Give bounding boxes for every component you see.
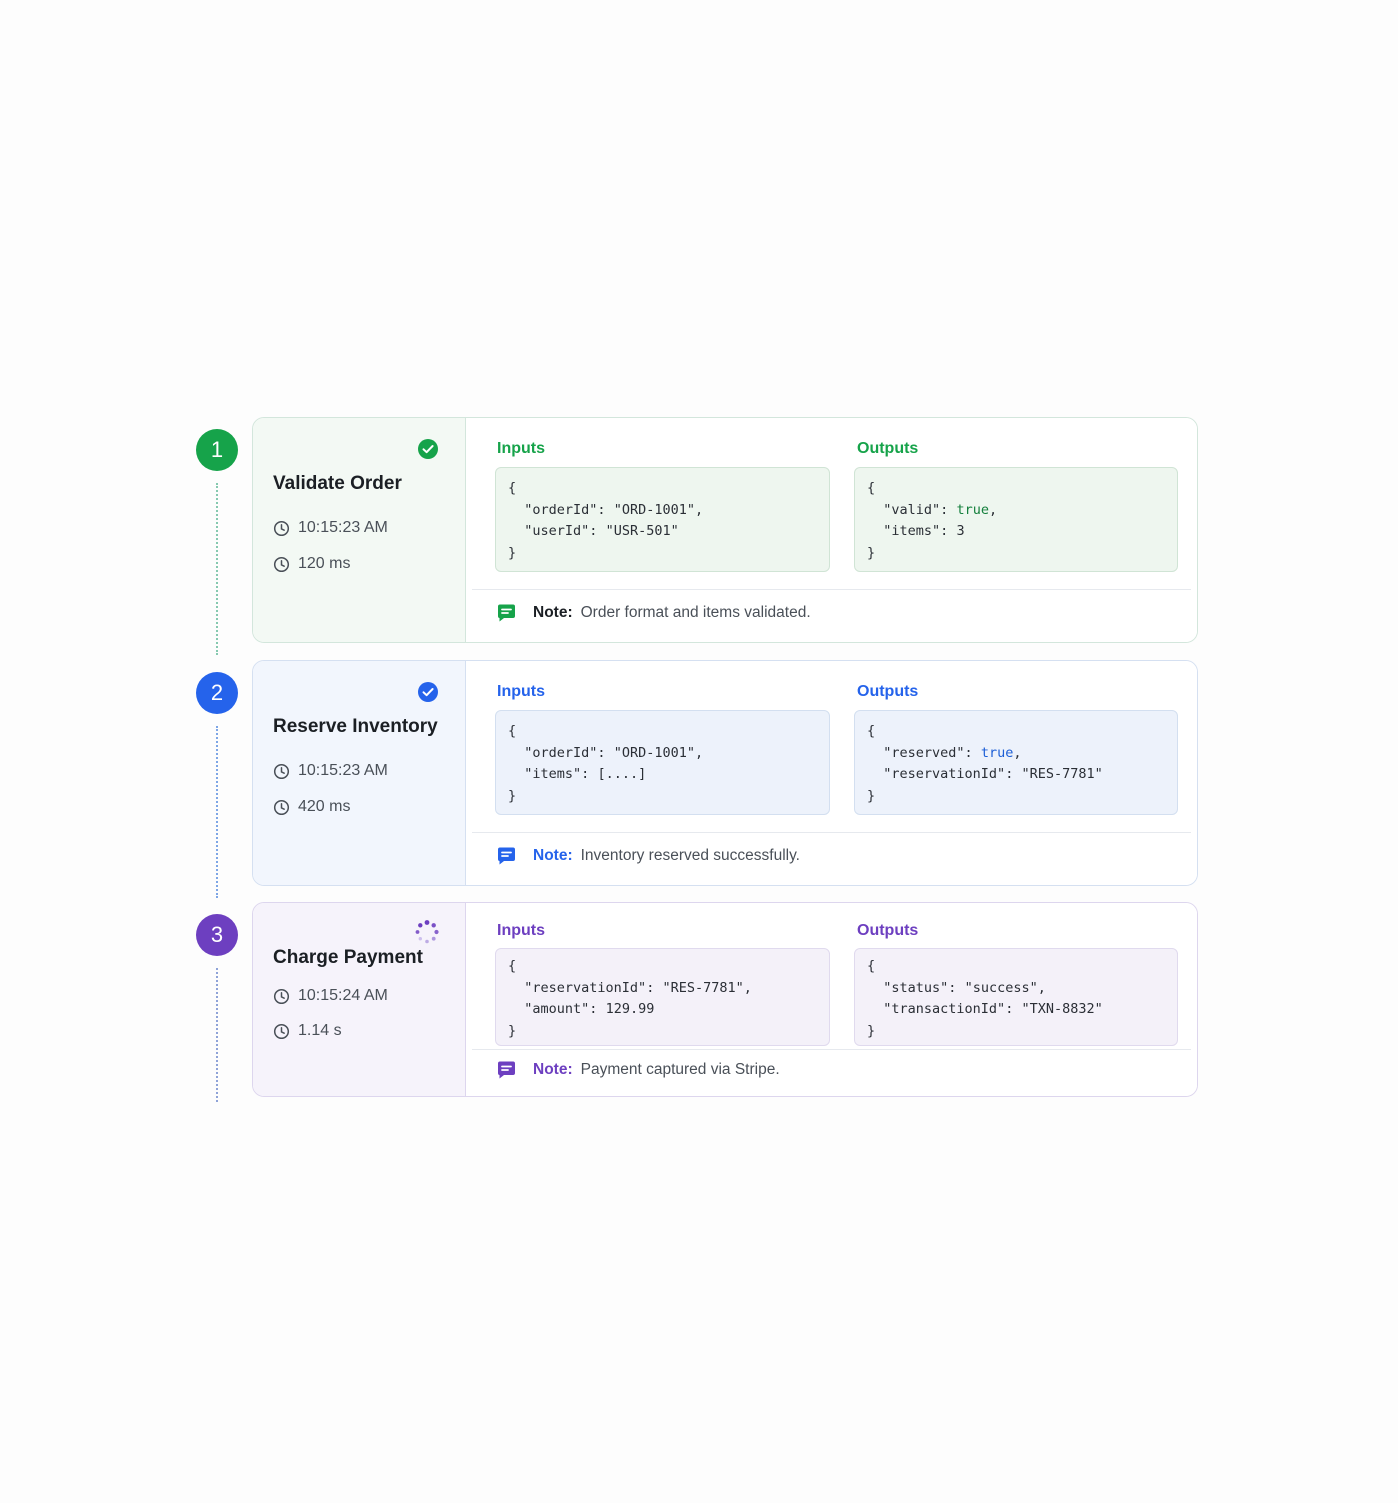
timeline-step: 2 Reserve Inventory 10:15:23 AM 420 ms I… (196, 660, 1198, 898)
step-details: Inputs Outputs { "reservationId": "RES-7… (466, 903, 1197, 1096)
note-text: Inventory reserved successfully. (580, 847, 800, 864)
step-note: Note: Order format and items validated. (495, 602, 811, 624)
inputs-label: Inputs (497, 440, 545, 457)
clock-icon (273, 520, 290, 536)
divider (472, 832, 1191, 833)
inputs-json-block[interactable]: { "orderId": "ORD-1001", "userId": "USR-… (495, 467, 830, 572)
note-label: Note: (533, 604, 573, 621)
step-card[interactable]: Reserve Inventory 10:15:23 AM 420 ms Inp… (252, 660, 1198, 886)
clock-icon (273, 556, 290, 572)
timestamp-text: 10:15:24 AM (298, 987, 388, 1004)
step-number-badge: 2 (196, 672, 238, 714)
timeline-step: 3 Charge Payment 10:15:24 AM 1.14 s Inpu… (196, 902, 1198, 1102)
check-circle-icon (418, 682, 438, 702)
note-label: Note: (533, 1061, 573, 1078)
note-text: Order format and items validated. (580, 604, 811, 621)
step-details: Inputs Outputs { "orderId": "ORD-1001", … (466, 418, 1197, 642)
step-card[interactable]: Validate Order 10:15:23 AM 120 ms Inputs… (252, 417, 1198, 643)
comment-icon (498, 847, 515, 865)
step-note: Note: Inventory reserved successfully. (495, 845, 800, 867)
timeline-connector (216, 968, 218, 1102)
step-number-badge: 3 (196, 914, 238, 956)
timestamp-text: 10:15:23 AM (298, 519, 388, 536)
step-timestamp: 10:15:24 AM (273, 987, 388, 1005)
step-duration: 1.14 s (273, 1022, 342, 1040)
clock-icon (273, 988, 290, 1004)
comment-icon (498, 604, 515, 622)
clock-icon (273, 763, 290, 779)
outputs-label: Outputs (857, 683, 919, 700)
divider (472, 1049, 1191, 1050)
inputs-label: Inputs (497, 683, 545, 700)
outputs-json-block[interactable]: { "status": "success", "transactionId": … (854, 948, 1178, 1046)
divider (472, 589, 1191, 590)
check-circle-icon (418, 439, 438, 459)
step-title: Charge Payment (273, 947, 423, 968)
step-note: Note: Payment captured via Stripe. (495, 1059, 780, 1081)
inputs-json-block[interactable]: { "reservationId": "RES-7781", "amount":… (495, 948, 830, 1046)
outputs-label: Outputs (857, 922, 919, 939)
outputs-label: Outputs (857, 440, 919, 457)
loading-spinner-icon (415, 920, 439, 944)
step-timestamp: 10:15:23 AM (273, 762, 388, 780)
clock-icon (273, 1023, 290, 1039)
timeline-connector (216, 726, 218, 898)
outputs-json-block[interactable]: { "valid": true, "items": 3 } (854, 467, 1178, 572)
step-card[interactable]: Charge Payment 10:15:24 AM 1.14 s Inputs… (252, 902, 1198, 1097)
step-timestamp: 10:15:23 AM (273, 519, 388, 537)
duration-text: 420 ms (298, 798, 351, 815)
duration-text: 1.14 s (298, 1022, 342, 1039)
step-duration: 120 ms (273, 555, 350, 573)
inputs-json-block[interactable]: { "orderId": "ORD-1001", "items": [....]… (495, 710, 830, 815)
outputs-json-block[interactable]: { "reserved": true, "reservationId": "RE… (854, 710, 1178, 815)
step-summary: Charge Payment 10:15:24 AM 1.14 s (253, 903, 466, 1096)
timeline-connector (216, 483, 218, 655)
timeline-step: 1 Validate Order 10:15:23 AM 120 ms Inpu… (196, 417, 1198, 655)
timestamp-text: 10:15:23 AM (298, 762, 388, 779)
step-summary: Validate Order 10:15:23 AM 120 ms (253, 418, 466, 642)
note-label: Note: (533, 847, 573, 864)
step-details: Inputs Outputs { "orderId": "ORD-1001", … (466, 661, 1197, 885)
duration-text: 120 ms (298, 555, 351, 572)
step-title: Validate Order (273, 473, 402, 494)
step-title: Reserve Inventory (273, 716, 438, 737)
note-text: Payment captured via Stripe. (580, 1061, 780, 1078)
comment-icon (498, 1061, 515, 1079)
step-duration: 420 ms (273, 798, 350, 816)
step-number-badge: 1 (196, 429, 238, 471)
inputs-label: Inputs (497, 922, 545, 939)
clock-icon (273, 799, 290, 815)
step-summary: Reserve Inventory 10:15:23 AM 420 ms (253, 661, 466, 885)
